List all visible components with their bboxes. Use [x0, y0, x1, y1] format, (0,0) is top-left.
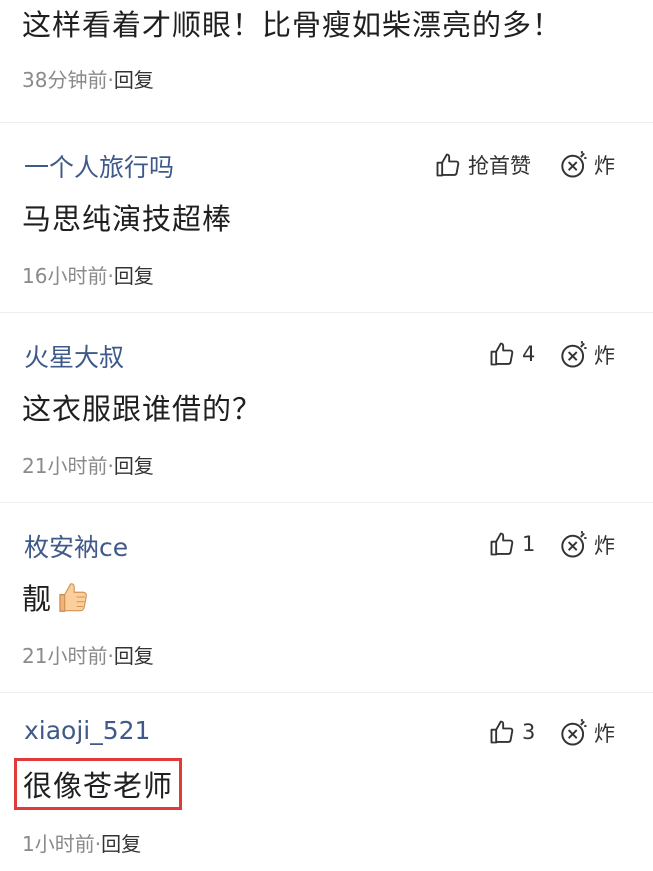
like-count: 1: [522, 532, 536, 556]
comment-meta: 16小时前·回复: [22, 260, 154, 289]
reply-link[interactable]: 回复: [114, 454, 154, 478]
like-count: 4: [522, 342, 536, 366]
comment-text-content: 马思纯演技超棒: [22, 202, 233, 236]
comment-item: xiaoji_521 3 炸 很像苍老师 1小时前·回复: [0, 708, 653, 871]
like-count: 3: [522, 720, 536, 744]
bomb-icon: [561, 151, 587, 178]
comment-item: 火星大叔 4 炸 这衣服跟谁借的？ 21小时前·回复: [0, 330, 653, 500]
comment-text: 这衣服跟谁借的？: [22, 386, 262, 428]
comment-username[interactable]: xiaoji_521: [24, 716, 150, 745]
comment-item: 枚安衲ce 1 炸 靓 21小时前·回复: [0, 520, 653, 690]
bomb-button[interactable]: 炸: [560, 530, 615, 560]
comment-meta: 21小时前·回复: [22, 640, 154, 669]
bomb-icon: [561, 341, 587, 368]
bomb-icon: [561, 531, 587, 558]
comment-text: 靓: [22, 576, 92, 618]
comment-text-content: 这衣服跟谁借的？: [22, 392, 263, 426]
bomb-label: 炸: [594, 344, 615, 368]
thumbs-up-outline-icon: [490, 342, 514, 366]
comment-text-content: 靓: [22, 582, 53, 616]
bomb-button[interactable]: 炸: [560, 340, 615, 370]
thumbs-up-emoji-icon: [59, 583, 87, 612]
reply-link[interactable]: 回复: [114, 644, 154, 668]
comment-meta: 1小时前·回复: [22, 828, 141, 857]
bomb-button[interactable]: 炸: [560, 150, 615, 180]
bomb-button[interactable]: 炸: [560, 718, 615, 748]
like-button[interactable]: 1: [488, 530, 535, 558]
comment-time: 21小时前: [22, 454, 108, 478]
reply-link[interactable]: 回复: [114, 68, 154, 92]
bomb-label: 炸: [594, 154, 615, 178]
comment-text: 很像苍老师: [14, 758, 183, 810]
comment-username[interactable]: 枚安衲ce: [24, 528, 128, 564]
highlighted-comment-text: 很像苍老师: [14, 758, 183, 810]
comment-time: 21小时前: [22, 644, 108, 668]
divider: [0, 692, 653, 693]
thumbs-up-outline-icon: [490, 532, 514, 556]
comment-text: 这样看着才顺眼！比骨瘦如柴漂亮的多！: [22, 8, 563, 42]
bomb-label: 炸: [594, 534, 615, 558]
comment-time: 38分钟前: [22, 68, 108, 92]
comment-meta: 21小时前·回复: [22, 450, 154, 479]
comment-username[interactable]: 一个人旅行吗: [24, 148, 174, 184]
thumbs-up-outline-icon: [490, 720, 514, 744]
divider: [0, 312, 653, 313]
comment-meta: 38分钟前·回复: [22, 64, 154, 93]
reply-link[interactable]: 回复: [114, 264, 154, 288]
comment-time: 1小时前: [22, 832, 95, 856]
thumbs-up-outline-icon: [436, 153, 460, 177]
divider: [0, 122, 653, 123]
comment-text: 马思纯演技超棒: [22, 196, 232, 238]
like-button[interactable]: 抢首赞: [434, 150, 531, 180]
like-button[interactable]: 3: [488, 718, 535, 746]
comment-time: 16小时前: [22, 264, 108, 288]
bomb-label: 炸: [594, 722, 615, 746]
reply-link[interactable]: 回复: [101, 832, 141, 856]
like-label: 抢首赞: [468, 154, 531, 178]
divider: [0, 502, 653, 503]
comment-username[interactable]: 火星大叔: [24, 338, 124, 374]
bomb-icon: [561, 719, 587, 746]
like-button[interactable]: 4: [488, 340, 535, 368]
comment-item: 一个人旅行吗 抢首赞 炸 马思纯演技超棒 16小时前·回复: [0, 140, 653, 310]
